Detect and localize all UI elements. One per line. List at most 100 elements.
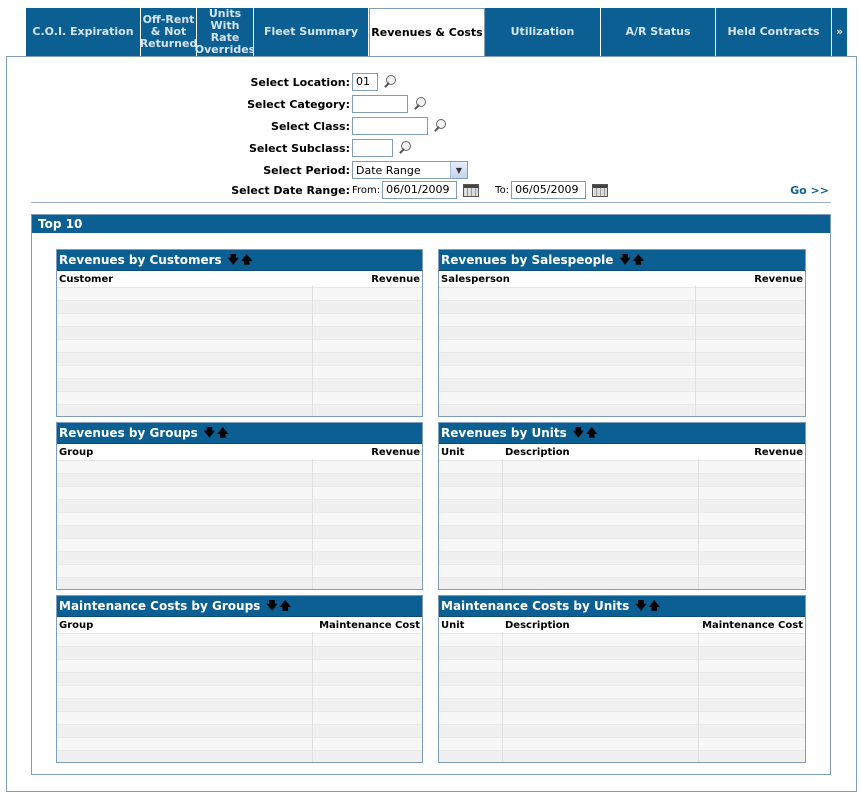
- tab-ar-status[interactable]: A/R Status: [601, 8, 716, 56]
- tab-more-button[interactable]: »: [832, 8, 848, 56]
- table-row: [57, 647, 422, 660]
- calendar-icon[interactable]: [463, 183, 480, 197]
- column-headers: Unit Description Maintenance Cost: [439, 617, 805, 634]
- table-row: [57, 751, 422, 762]
- category-label: Select Category:: [247, 97, 350, 111]
- subclass-row: Select Subclass:: [200, 139, 411, 157]
- from-date-input[interactable]: 06/01/2009: [382, 181, 458, 199]
- table-row: [57, 738, 422, 751]
- table-row: [57, 340, 422, 353]
- period-select[interactable]: Date Range ▼: [352, 161, 468, 179]
- table-row: [57, 513, 422, 526]
- panel-title: Maintenance Costs by Units 🡇🡅: [439, 596, 805, 617]
- tab-held-contracts[interactable]: Held Contracts: [716, 8, 832, 56]
- go-button[interactable]: Go >>: [790, 184, 829, 197]
- column-header[interactable]: Maintenance Cost: [312, 620, 422, 631]
- magnifier-icon[interactable]: [432, 119, 446, 133]
- period-label: Select Period:: [263, 163, 350, 177]
- table-row: [439, 738, 805, 751]
- arrow-down-icon[interactable]: 🡇: [619, 253, 632, 266]
- column-divider: [312, 459, 313, 589]
- magnifier-icon[interactable]: [412, 97, 426, 111]
- table-row: [439, 405, 805, 416]
- arrow-up-icon[interactable]: 🡅: [217, 426, 230, 439]
- arrow-up-icon[interactable]: 🡅: [241, 253, 254, 266]
- table-row: [439, 288, 805, 301]
- table-row: [57, 487, 422, 500]
- location-input[interactable]: 01: [352, 73, 378, 91]
- column-header[interactable]: Salesperson: [439, 274, 695, 285]
- table-row: [57, 699, 422, 712]
- table-row: [57, 353, 422, 366]
- column-header[interactable]: Group: [57, 447, 312, 458]
- table-row: [57, 314, 422, 327]
- magnifier-icon[interactable]: [397, 141, 411, 155]
- panel-revenues-by-groups: Revenues by Groups 🡇🡅 Group Revenue: [56, 422, 423, 590]
- divider: [31, 202, 831, 203]
- column-divider: [698, 459, 699, 589]
- column-header[interactable]: Customer: [57, 274, 312, 285]
- arrow-up-icon[interactable]: 🡅: [649, 599, 662, 612]
- column-header[interactable]: Unit: [439, 620, 503, 631]
- tab-rate-overrides[interactable]: Units With Rate Overrides: [195, 8, 255, 56]
- column-divider: [312, 286, 313, 416]
- table-row: [439, 712, 805, 725]
- to-date-input[interactable]: 06/05/2009: [511, 181, 587, 199]
- table-row: [439, 353, 805, 366]
- panel-revenues-by-customers: Revenues by Customers 🡇🡅 Customer Revenu…: [56, 249, 423, 417]
- arrow-up-icon[interactable]: 🡅: [633, 253, 646, 266]
- panel-title-text: Maintenance Costs by Units: [441, 599, 630, 613]
- table-row: [439, 340, 805, 353]
- column-divider: [502, 459, 503, 589]
- column-header[interactable]: Maintenance Cost: [695, 620, 805, 631]
- column-header[interactable]: Revenue: [312, 274, 422, 285]
- calendar-icon[interactable]: [592, 183, 609, 197]
- class-input[interactable]: [352, 117, 428, 135]
- tab-fleet-summary[interactable]: Fleet Summary: [254, 8, 369, 56]
- column-header[interactable]: Revenue: [312, 447, 422, 458]
- column-headers: Salesperson Revenue: [439, 271, 805, 288]
- column-header[interactable]: Unit: [439, 447, 503, 458]
- panel-title: Revenues by Units 🡇🡅: [439, 423, 805, 444]
- panel-title: Maintenance Costs by Groups 🡇🡅: [57, 596, 422, 617]
- column-header[interactable]: Group: [57, 620, 312, 631]
- top10-title: Top 10: [32, 215, 830, 233]
- panel-title: Revenues by Customers 🡇🡅: [57, 250, 422, 271]
- arrow-up-icon[interactable]: 🡅: [586, 426, 599, 439]
- category-row: Select Category:: [200, 95, 426, 113]
- category-input[interactable]: [352, 95, 408, 113]
- table-rows: [57, 461, 422, 589]
- arrow-up-icon[interactable]: 🡅: [280, 599, 293, 612]
- chevron-down-icon[interactable]: ▼: [450, 162, 467, 178]
- magnifier-icon[interactable]: [382, 75, 396, 89]
- table-rows: [439, 461, 805, 589]
- arrow-down-icon[interactable]: 🡇: [228, 253, 241, 266]
- tab-off-rent[interactable]: Off-Rent & Not Returned: [140, 8, 197, 56]
- arrow-down-icon[interactable]: 🡇: [635, 599, 648, 612]
- arrow-down-icon[interactable]: 🡇: [204, 426, 217, 439]
- table-row: [57, 526, 422, 539]
- table-row: [57, 712, 422, 725]
- period-value: Date Range: [356, 163, 421, 177]
- tab-revenues-costs[interactable]: Revenues & Costs: [369, 8, 485, 57]
- arrow-down-icon[interactable]: 🡇: [266, 599, 279, 612]
- column-header[interactable]: Description: [503, 620, 695, 631]
- column-divider: [312, 632, 313, 762]
- column-divider: [502, 632, 503, 762]
- table-rows: [439, 634, 805, 762]
- column-header[interactable]: Description: [503, 447, 695, 458]
- tab-coi-expiration[interactable]: C.O.I. Expiration: [26, 8, 141, 56]
- table-row: [439, 634, 805, 647]
- table-row: [57, 405, 422, 416]
- location-row: Select Location: 01: [200, 73, 396, 91]
- table-row: [439, 552, 805, 565]
- subclass-input[interactable]: [352, 139, 393, 157]
- tab-utilization[interactable]: Utilization: [485, 8, 601, 56]
- table-row: [57, 539, 422, 552]
- table-row: [57, 552, 422, 565]
- arrow-down-icon[interactable]: 🡇: [573, 426, 586, 439]
- column-header[interactable]: Revenue: [695, 447, 805, 458]
- column-header[interactable]: Revenue: [695, 274, 805, 285]
- class-label: Select Class:: [271, 119, 350, 133]
- period-row: Select Period: Date Range ▼: [200, 161, 468, 179]
